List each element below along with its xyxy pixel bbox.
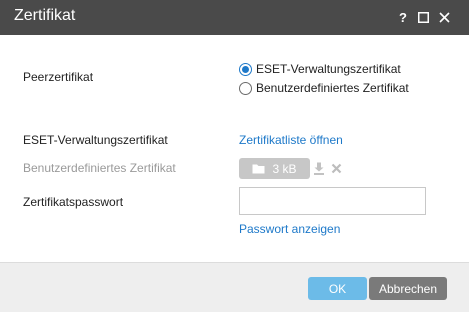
dialog-title: Zertifikat [14, 7, 76, 24]
show-password-link[interactable]: Passwort anzeigen [239, 222, 340, 236]
radio-custom-option[interactable]: Benutzerdefiniertes Zertifikat [239, 81, 409, 95]
help-icon[interactable]: ? [395, 0, 411, 35]
cancel-button[interactable]: Abbrechen [369, 277, 447, 300]
title-bar: Zertifikat ? [0, 0, 469, 35]
radio-custom-button[interactable] [239, 81, 252, 95]
radio-eset-option[interactable]: ESET-Verwaltungszertifikat [239, 62, 401, 76]
certificate-file-size: 3 kB [272, 161, 297, 176]
certificate-password-input[interactable] [239, 187, 426, 215]
dialog-footer: OK Abbrechen [0, 262, 469, 312]
radio-eset-label: ESET-Verwaltungszertifikat [256, 62, 401, 76]
remove-icon[interactable] [329, 161, 343, 175]
certificate-password-label: Zertifikatspasswort [23, 195, 124, 209]
close-icon[interactable] [436, 0, 452, 35]
radio-eset-button[interactable] [239, 62, 252, 76]
custom-certificate-label: Benutzerdefiniertes Zertifikat [23, 161, 176, 175]
download-icon[interactable] [312, 161, 326, 175]
folder-icon [252, 164, 265, 174]
certificate-file-button[interactable]: 3 kB [239, 158, 310, 179]
maximize-icon[interactable] [416, 0, 430, 35]
peer-certificate-label: Peerzertifikat [23, 70, 94, 84]
eset-certificate-label: ESET-Verwaltungszertifikat [23, 133, 168, 147]
ok-button[interactable]: OK [308, 277, 367, 300]
open-certificate-list-link[interactable]: Zertifikatliste öffnen [239, 133, 343, 147]
radio-custom-label: Benutzerdefiniertes Zertifikat [256, 81, 409, 95]
